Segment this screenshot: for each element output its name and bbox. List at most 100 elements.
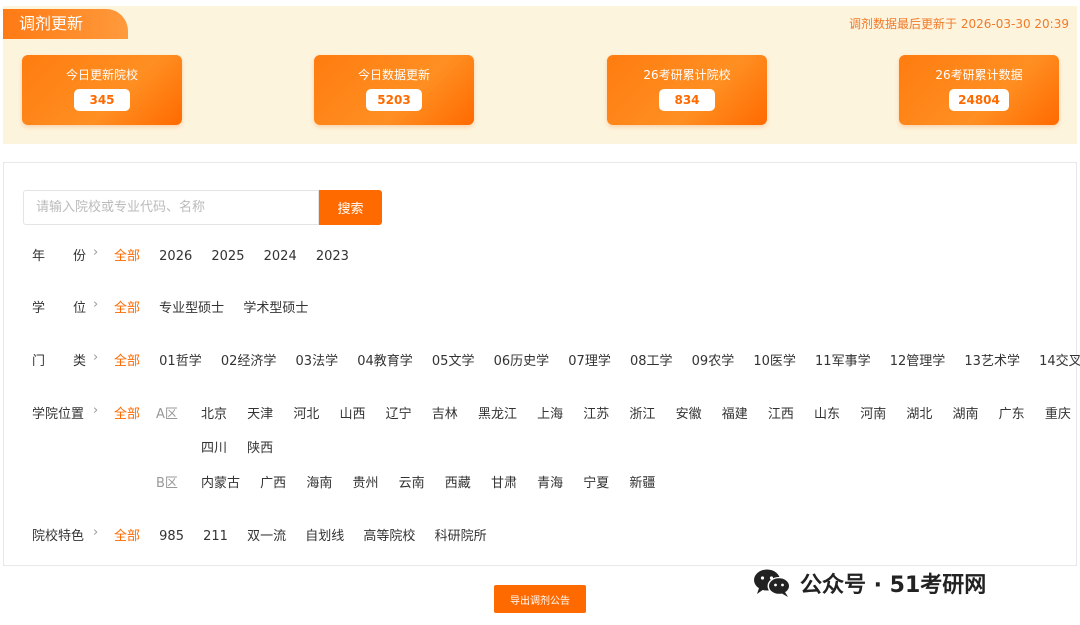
last-updated-text: 调剂数据最后更新于 2026-03-30 20:39 xyxy=(849,17,1069,31)
filter-label-features: 院校特色 xyxy=(32,529,85,544)
region-option[interactable]: 甘肃 xyxy=(491,472,517,491)
year-options: 全部 2026 2025 2024 2023 xyxy=(114,245,364,264)
category-option-all[interactable]: 全部 xyxy=(114,350,140,369)
region-option[interactable]: 河南 xyxy=(860,403,886,422)
degree-options: 全部 专业型硕士 学术型硕士 xyxy=(114,297,323,316)
year-option[interactable]: 2023 xyxy=(316,249,349,264)
zone-a-regions: 北京 天津 河北 山西 辽宁 吉林 黑龙江 上海 江苏 浙江 安徽 福建 江西 … xyxy=(201,403,1071,422)
region-option[interactable]: 山西 xyxy=(339,403,365,422)
chevron-right-icon: › xyxy=(93,403,99,418)
region-option[interactable]: 云南 xyxy=(399,472,425,491)
category-option[interactable]: 08工学 xyxy=(630,350,673,369)
features-option[interactable]: 高等院校 xyxy=(363,525,415,544)
stat-value: 5203 xyxy=(366,89,422,111)
section-title: 调剂更新 xyxy=(3,9,128,39)
region-option[interactable]: 天津 xyxy=(247,403,273,422)
region-option[interactable]: 河北 xyxy=(293,403,319,422)
degree-option[interactable]: 专业型硕士 xyxy=(159,297,224,316)
region-option[interactable]: 吉林 xyxy=(432,403,458,422)
region-option[interactable]: 上海 xyxy=(537,403,563,422)
filter-panel: 搜索 年 份 › 全部 2026 2025 2024 2023 学 位 › 全部… xyxy=(3,162,1080,566)
location-option-all[interactable]: 全部 xyxy=(114,403,140,422)
region-option[interactable]: 湖北 xyxy=(906,403,932,422)
category-option[interactable]: 10医学 xyxy=(753,350,796,369)
year-option-all[interactable]: 全部 xyxy=(114,245,140,264)
category-option[interactable]: 07理学 xyxy=(568,350,611,369)
features-option-all[interactable]: 全部 xyxy=(114,525,140,544)
stat-value: 24804 xyxy=(949,89,1009,111)
features-option[interactable]: 211 xyxy=(203,529,228,544)
stat-card-today-data: 今日数据更新 5203 xyxy=(314,55,474,125)
category-option[interactable]: 14交叉学科 xyxy=(1039,350,1080,369)
category-option[interactable]: 12管理学 xyxy=(890,350,946,369)
chevron-right-icon: › xyxy=(93,297,99,312)
zone-b-regions: 内蒙古 广西 海南 贵州 云南 西藏 甘肃 青海 宁夏 新疆 xyxy=(201,472,671,491)
watermark-text: 公众号 · 51考研网 xyxy=(800,573,987,598)
category-option[interactable]: 09农学 xyxy=(692,350,735,369)
region-option[interactable]: 重庆 xyxy=(1045,403,1071,422)
chevron-right-icon: › xyxy=(93,525,99,540)
region-option[interactable]: 江苏 xyxy=(583,403,609,422)
filter-label-degree: 学 位 xyxy=(32,297,86,316)
label-char: 门 xyxy=(32,354,46,369)
stat-card-today-schools: 今日更新院校 345 xyxy=(22,55,182,125)
region-option[interactable]: 四川 xyxy=(201,437,227,456)
search-button[interactable]: 搜索 xyxy=(319,190,382,225)
features-option[interactable]: 自划线 xyxy=(305,525,344,544)
region-option[interactable]: 内蒙古 xyxy=(201,472,240,491)
category-option[interactable]: 03法学 xyxy=(296,350,339,369)
category-options: 全部 01哲学 02经济学 03法学 04教育学 05文学 06历史学 07理学… xyxy=(114,350,1080,369)
year-option[interactable]: 2024 xyxy=(264,249,297,264)
region-option[interactable]: 浙江 xyxy=(629,403,655,422)
search-input[interactable] xyxy=(23,190,319,225)
features-option[interactable]: 科研院所 xyxy=(435,525,487,544)
features-option[interactable]: 双一流 xyxy=(247,525,286,544)
wechat-icon xyxy=(754,569,791,597)
chevron-right-icon: › xyxy=(93,350,99,365)
region-option[interactable]: 安徽 xyxy=(676,403,702,422)
category-option[interactable]: 11军事学 xyxy=(815,350,871,369)
region-option[interactable]: 辽宁 xyxy=(386,403,412,422)
label-char: 份 xyxy=(72,249,86,264)
label-char: 位 xyxy=(72,301,86,316)
region-option[interactable]: 黑龙江 xyxy=(478,403,517,422)
stat-label: 今日更新院校 xyxy=(65,68,138,82)
filter-label-location: 学院位置 xyxy=(32,407,85,422)
category-option[interactable]: 05文学 xyxy=(432,350,475,369)
filter-row-location: 学院位置 › 全部 A区 北京 天津 河北 山西 辽宁 吉林 黑龙江 上海 江苏… xyxy=(4,403,1078,493)
region-option[interactable]: 贵州 xyxy=(352,472,378,491)
region-option[interactable]: 广东 xyxy=(999,403,1025,422)
region-option[interactable]: 广西 xyxy=(260,472,286,491)
region-option[interactable]: 福建 xyxy=(722,403,748,422)
features-option[interactable]: 985 xyxy=(159,529,184,544)
degree-option[interactable]: 学术型硕士 xyxy=(243,297,308,316)
stat-card-total-data: 26考研累计数据 24804 xyxy=(899,55,1059,125)
year-option[interactable]: 2026 xyxy=(159,249,192,264)
region-option[interactable]: 江西 xyxy=(768,403,794,422)
region-option[interactable]: 西藏 xyxy=(445,472,471,491)
region-option[interactable]: 新疆 xyxy=(629,472,655,491)
degree-option-all[interactable]: 全部 xyxy=(114,297,140,316)
stat-label: 今日数据更新 xyxy=(357,68,430,82)
year-option[interactable]: 2025 xyxy=(211,249,244,264)
category-option[interactable]: 02经济学 xyxy=(221,350,277,369)
region-option[interactable]: 湖南 xyxy=(953,403,979,422)
region-option[interactable]: 陕西 xyxy=(247,437,273,456)
stat-card-total-schools: 26考研累计院校 834 xyxy=(607,55,767,125)
category-option[interactable]: 13艺术学 xyxy=(964,350,1020,369)
category-option[interactable]: 04教育学 xyxy=(357,350,413,369)
region-option[interactable]: 海南 xyxy=(306,472,332,491)
stat-label: 26考研累计院校 xyxy=(643,68,731,82)
category-option[interactable]: 01哲学 xyxy=(159,350,202,369)
region-option[interactable]: 山东 xyxy=(814,403,840,422)
zone-a-regions-continued: 四川 陕西 xyxy=(201,437,289,456)
category-option[interactable]: 06历史学 xyxy=(494,350,550,369)
region-option[interactable]: 北京 xyxy=(201,403,227,422)
label-char: 学 xyxy=(32,301,46,316)
label-char: 类 xyxy=(72,354,86,369)
region-option[interactable]: 宁夏 xyxy=(583,472,609,491)
filter-label-category: 门 类 xyxy=(32,350,86,369)
stat-value: 834 xyxy=(659,89,715,111)
region-option[interactable]: 青海 xyxy=(537,472,563,491)
export-announcement-button[interactable]: 导出调剂公告 xyxy=(494,585,586,613)
